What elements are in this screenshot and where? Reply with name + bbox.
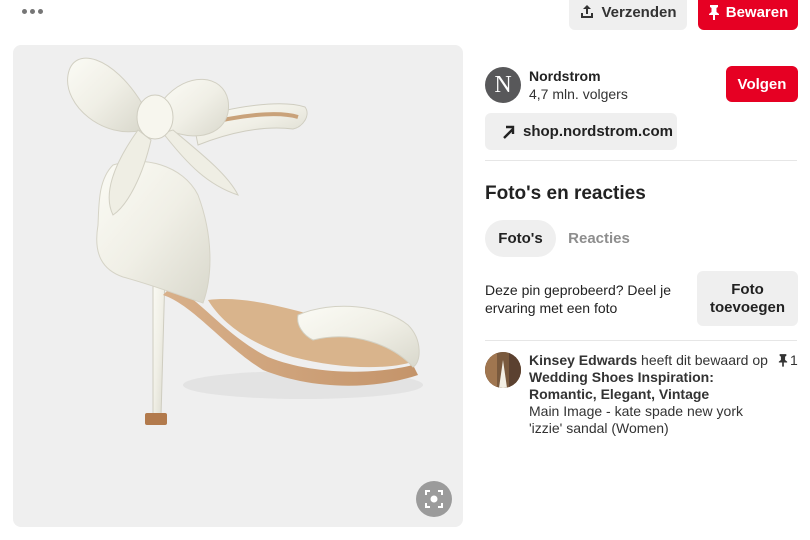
sandal-image (67, 57, 423, 425)
tab-reactions[interactable]: Reacties (560, 220, 638, 257)
section-title: Foto's en reacties (485, 183, 646, 204)
save-count-value: 1 (790, 352, 798, 368)
share-icon (581, 5, 594, 18)
tried-prompt: Deze pin geprobeerd? Deel je ervaring me… (485, 282, 672, 316)
save-button[interactable]: Bewaren (698, 0, 798, 30)
visual-search-button[interactable] (416, 481, 452, 517)
tab-photos[interactable]: Foto's (485, 220, 556, 257)
profile-name[interactable]: Nordstrom (529, 68, 601, 84)
save-button-label: Bewaren (725, 3, 789, 21)
profile-avatar[interactable]: N (485, 67, 521, 103)
follow-button-label: Volgen (737, 75, 787, 93)
activity-preposition: op (752, 352, 768, 368)
activity-text: Kinsey Edwards heeft dit bewaard op Wedd… (529, 352, 774, 437)
source-link-button[interactable]: shop.nordstrom.com (485, 113, 677, 150)
pin-icon (708, 5, 719, 20)
more-horizontal-icon (21, 8, 27, 14)
activity-action: heeft dit bewaard (641, 352, 749, 368)
tab-photos-label: Foto's (498, 230, 543, 247)
send-button-label: Verzenden (601, 3, 677, 21)
send-button[interactable]: Verzenden (569, 0, 687, 30)
user-photo (485, 352, 521, 388)
save-count: 1 (778, 352, 798, 368)
add-photo-button[interactable]: Foto toevoegen (697, 271, 798, 326)
divider (485, 340, 797, 341)
tab-reactions-label: Reacties (568, 230, 630, 247)
source-link-label: shop.nordstrom.com (523, 123, 674, 140)
user-avatar[interactable] (485, 352, 521, 388)
arrow-up-right-icon (503, 125, 515, 139)
activity-board[interactable]: Wedding Shoes Inspiration: Romantic, Ele… (529, 369, 714, 402)
pin-image[interactable] (13, 45, 463, 527)
activity-user[interactable]: Kinsey Edwards (529, 352, 637, 368)
pin-icon (778, 354, 788, 367)
add-photo-label: Foto toevoegen (709, 280, 785, 316)
follow-button[interactable]: Volgen (726, 66, 798, 102)
avatar-letter: N (494, 71, 512, 98)
activity-description: Main Image - kate spade new york 'izzie'… (529, 403, 743, 436)
divider (485, 160, 797, 161)
follower-count: 4,7 mln. volgers (529, 86, 628, 102)
visual-search-icon (425, 490, 443, 508)
more-options-button[interactable] (14, 0, 50, 22)
